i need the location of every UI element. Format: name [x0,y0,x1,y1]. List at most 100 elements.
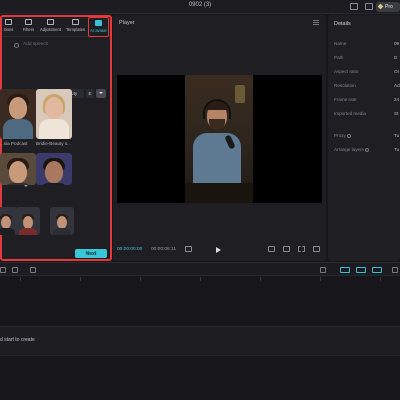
tab-adjustment-label: Adjustment [40,27,61,32]
split-icon[interactable] [30,267,36,273]
lamp-shape [235,85,245,103]
filters-icon [25,19,32,25]
tab-ai-avatar-label: AI avatar [90,28,107,33]
tab-templates[interactable]: Templates [65,19,86,35]
ruler-tick [380,277,381,281]
avatar-thumb-3[interactable] [0,153,36,185]
media-toolbar: itions Filters Adjustment Templates AI a… [2,17,110,37]
avatar-thumb-4[interactable] [36,153,72,185]
timeline-toolbar [0,262,400,276]
link-icon[interactable] [340,267,350,273]
tab-adjustment[interactable]: Adjustment [40,19,61,35]
help-icon[interactable] [346,133,351,138]
detail-value-arrange[interactable]: Tu [394,147,399,152]
avatar-body [3,119,33,139]
title-bar: 0902 (3) Pro [0,0,400,14]
detail-label-resolution: Resolution [334,83,356,88]
timeline-hint: d start to create [0,337,35,343]
avatar-label-podcast: ...sia Podcast [0,141,28,146]
category-more[interactable]: E [86,89,94,98]
templates-icon [72,19,79,25]
video-frame [185,75,253,203]
detail-value-resolution: Ad [394,83,400,88]
detail-value-name: 09 [394,41,400,46]
menu-icon[interactable] [313,20,319,25]
zoom-icon[interactable] [392,267,398,273]
detail-value-proxy[interactable]: Tu [394,133,399,138]
magnet-icon[interactable] [356,267,366,273]
detail-label-aspect: Aspect ratio [334,69,359,74]
avatar-body [53,228,71,235]
microphone-icon[interactable] [320,267,326,273]
avatar-face [9,161,27,183]
avatar-body [0,228,15,235]
avatar-thumb-7[interactable] [50,207,74,235]
avatar-thumb-bridie[interactable] [36,89,72,139]
avatar-body [19,228,37,235]
player-panel: Player 00:00:00:00 00:00:06:11 [113,15,326,261]
play-icon[interactable] [216,247,221,253]
timeline-view-icon[interactable] [185,246,192,252]
preview-axis-icon[interactable] [372,267,382,273]
tab-filters-label: Filters [22,27,35,32]
fullscreen-icon[interactable] [313,246,320,252]
current-timecode: 00:00:00:00 [117,247,143,252]
tab-transitions[interactable]: itions [0,19,19,35]
ratio-icon[interactable] [268,246,275,252]
avatar-label-bridie: Bridie-Beauty s... [36,141,71,146]
tab-transitions-label: itions [3,27,14,32]
undo-icon[interactable] [12,267,18,273]
aspect-icon[interactable] [298,246,305,252]
add-speech-icon [14,43,19,48]
select-icon[interactable] [0,267,6,273]
pro-label: Pro [385,4,393,10]
detail-label-name: Name [334,41,347,46]
ruler-tick [200,277,201,281]
transitions-icon [5,19,12,25]
detail-value-path: D [394,55,398,60]
avatar-face [45,161,63,183]
avatar-body [39,183,69,185]
layout-icon[interactable] [350,3,358,10]
chevron-down-icon[interactable] [96,89,106,98]
detail-label-path: Path [334,55,344,60]
detail-value-imported: St [394,111,399,116]
next-button[interactable]: Next [75,249,107,258]
scroll-down-icon[interactable] [24,185,28,187]
proxy-label: Proxy [334,133,346,138]
speech-input[interactable]: Add speech [6,41,106,51]
ruler-tick [80,277,81,281]
preview-canvas[interactable] [117,75,322,203]
tab-ai-avatar[interactable]: AI avatar [88,17,109,37]
ruler-tick [260,277,261,281]
ruler-tick [140,277,141,281]
arrange-label: Arrange layers [334,147,364,152]
speech-placeholder: Add speech [23,42,49,47]
ruler-tick [20,277,21,281]
detail-value-aspect: Or [394,69,400,74]
ruler-tick [320,277,321,281]
settings-icon[interactable] [365,3,373,10]
ai-avatar-icon [95,20,102,26]
desk-shape [185,183,253,203]
headset-shape [203,99,231,119]
avatar-body [39,119,69,139]
tab-filters[interactable]: Filters [18,19,39,35]
total-timecode: 00:00:06:11 [151,247,176,252]
crop-icon[interactable] [283,246,290,252]
avatar-panel: itions Filters Adjustment Templates AI a… [0,15,112,261]
main-track[interactable] [0,326,400,356]
tab-templates-label: Templates [65,27,86,32]
avatar-thumb-podcast[interactable] [0,89,36,139]
detail-label-arrange: Arrange layers [334,147,369,152]
help-icon[interactable] [364,147,369,152]
window-title: 0902 (3) [188,2,212,8]
avatar-thumb-6[interactable] [16,207,40,235]
detail-label-proxy: Proxy [334,133,351,138]
player-title: Player [119,20,135,26]
details-title: Details [334,21,351,27]
detail-label-imported: Imported media [334,111,366,116]
pro-badge[interactable]: Pro [376,2,400,12]
detail-value-framerate: 24 [394,97,400,102]
details-panel: Details Name 09 Path D Aspect ratio Or R… [328,15,400,261]
